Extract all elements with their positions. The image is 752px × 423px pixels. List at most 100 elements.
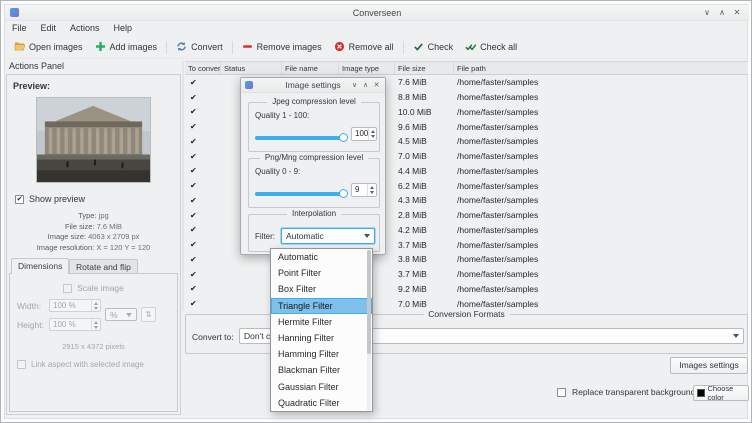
check-all-button[interactable]: Check all — [459, 38, 523, 57]
row-check-icon[interactable]: ✔ — [185, 240, 221, 249]
slider-handle[interactable] — [339, 133, 348, 142]
replace-transparent-checkbox[interactable]: Replace transparent background — [557, 387, 695, 397]
open-images-button[interactable]: Open images — [8, 38, 89, 56]
interpolation-group-title: Interpolation — [287, 209, 341, 218]
filter-option[interactable]: Triangle Filter — [271, 298, 372, 314]
png-quality-spinbox[interactable]: 9 — [351, 183, 377, 197]
menu-file[interactable]: File — [5, 21, 34, 36]
filter-combobox[interactable]: Automatic — [281, 228, 375, 244]
popup-scrollbar[interactable] — [367, 250, 371, 410]
column-status[interactable]: Status — [221, 62, 282, 74]
dialog-close-icon[interactable]: ✕ — [371, 80, 382, 91]
row-check-icon[interactable]: ✔ — [185, 270, 221, 279]
checkbox-icon — [17, 360, 26, 369]
remove-images-button[interactable]: Remove images — [236, 38, 328, 57]
info-type: Type: jpg — [7, 211, 180, 222]
row-file-size: 9.2 MiB — [395, 284, 454, 294]
titlebar[interactable]: Converseen ∨ ∧ ✕ — [5, 5, 749, 21]
row-check-icon[interactable]: ✔ — [185, 225, 221, 234]
filter-option[interactable]: Automatic — [271, 249, 372, 265]
remove-all-label: Remove all — [349, 42, 394, 52]
filter-option[interactable]: Box Filter — [271, 281, 372, 297]
link-dimensions-button[interactable]: ⇅ — [141, 307, 156, 322]
popup-scrollbar-thumb[interactable] — [367, 250, 371, 354]
spin-arrows-icon[interactable] — [91, 319, 100, 330]
row-check-icon[interactable]: ✔ — [185, 122, 221, 131]
filter-option[interactable]: Hermite Filter — [271, 314, 372, 330]
spin-arrows-icon[interactable] — [368, 128, 376, 140]
menu-actions[interactable]: Actions — [63, 21, 107, 36]
dialog-minimize-icon[interactable]: ∨ — [349, 80, 360, 91]
spin-arrows-icon[interactable] — [367, 184, 376, 196]
scale-image-checkbox[interactable]: Scale image — [7, 283, 180, 293]
row-file-size: 4.3 MiB — [395, 195, 454, 205]
minimize-icon[interactable]: ∨ — [700, 7, 714, 19]
filter-option[interactable]: Blackman Filter — [271, 362, 372, 378]
column-file-path[interactable]: File path — [454, 62, 748, 74]
slider-handle[interactable] — [339, 189, 348, 198]
row-file-path: /home/faster/samples — [454, 284, 748, 294]
replace-transparent-label: Replace transparent background — [572, 387, 695, 397]
row-file-path: /home/faster/samples — [454, 122, 748, 132]
menu-edit[interactable]: Edit — [34, 21, 64, 36]
chevron-down-icon — [126, 313, 132, 317]
jpeg-quality-value: 100 — [352, 128, 368, 140]
column-image-type[interactable]: Image type — [339, 62, 395, 74]
row-check-icon[interactable]: ✔ — [185, 137, 221, 146]
check-button[interactable]: Check — [407, 38, 460, 57]
add-images-button[interactable]: Add images — [89, 38, 164, 57]
row-file-path: /home/faster/samples — [454, 210, 748, 220]
row-check-icon[interactable]: ✔ — [185, 93, 221, 102]
filter-option[interactable]: Gaussian Filter — [271, 379, 372, 395]
preview-image — [36, 97, 151, 183]
row-check-icon[interactable]: ✔ — [185, 78, 221, 87]
row-check-icon[interactable]: ✔ — [185, 211, 221, 220]
filter-option[interactable]: Quadratic Filter — [271, 395, 372, 411]
column-file-size[interactable]: File size — [395, 62, 454, 74]
filter-option[interactable]: Hamming Filter — [271, 346, 372, 362]
row-check-icon[interactable]: ✔ — [185, 196, 221, 205]
row-file-path: /home/faster/samples — [454, 166, 748, 176]
row-check-icon[interactable]: ✔ — [185, 299, 221, 308]
filter-value: Automatic — [282, 231, 360, 241]
add-images-label: Add images — [110, 42, 158, 52]
row-check-icon[interactable]: ✔ — [185, 152, 221, 161]
png-quality-slider[interactable] — [255, 192, 347, 196]
show-preview-checkbox[interactable]: ✔ Show preview — [15, 194, 85, 204]
maximize-icon[interactable]: ∧ — [715, 7, 729, 19]
close-icon[interactable]: ✕ — [730, 7, 744, 19]
unit-combobox[interactable]: % — [105, 308, 137, 321]
height-spinbox[interactable]: 100 % — [49, 318, 101, 331]
row-check-icon[interactable]: ✔ — [185, 107, 221, 116]
check-label: Check — [428, 42, 454, 52]
panel-splitter[interactable] — [182, 61, 184, 311]
row-file-path: /home/faster/samples — [454, 240, 748, 250]
tab-dimensions[interactable]: Dimensions — [11, 258, 69, 274]
row-check-icon[interactable]: ✔ — [185, 255, 221, 264]
spin-arrows-icon[interactable] — [91, 300, 100, 311]
images-settings-button[interactable]: Images settings — [670, 357, 748, 374]
link-aspect-checkbox[interactable]: Link aspect with selected image — [17, 360, 144, 369]
dialog-titlebar[interactable]: Image settings ∨ ∧ ✕ — [241, 78, 385, 93]
jpeg-quality-spinbox[interactable]: 100 — [351, 127, 377, 141]
row-check-icon[interactable]: ✔ — [185, 166, 221, 175]
width-spinbox[interactable]: 100 % — [49, 299, 101, 312]
row-check-icon[interactable]: ✔ — [185, 181, 221, 190]
filter-option[interactable]: Hanning Filter — [271, 330, 372, 346]
column-to-convert[interactable]: To convert — [185, 62, 221, 74]
jpeg-quality-slider[interactable] — [255, 136, 347, 140]
remove-all-icon — [334, 41, 345, 54]
row-check-icon[interactable]: ✔ — [185, 284, 221, 293]
converseen-window: Converseen ∨ ∧ ✕ File Edit Actions Help … — [0, 0, 752, 423]
toolbar-separator — [232, 41, 233, 54]
choose-color-button[interactable]: Choose color — [693, 385, 749, 401]
conversion-formats-title: Conversion Formats — [423, 309, 510, 319]
filter-option[interactable]: Point Filter — [271, 265, 372, 281]
link-icon: ⇅ — [145, 310, 152, 319]
tab-rotate-and-flip[interactable]: Rotate and flip — [69, 259, 138, 274]
convert-button[interactable]: Convert — [170, 38, 229, 57]
menu-help[interactable]: Help — [107, 21, 140, 36]
column-file-name[interactable]: File name — [282, 62, 339, 74]
dialog-maximize-icon[interactable]: ∧ — [360, 80, 371, 91]
remove-all-button[interactable]: Remove all — [328, 38, 400, 57]
